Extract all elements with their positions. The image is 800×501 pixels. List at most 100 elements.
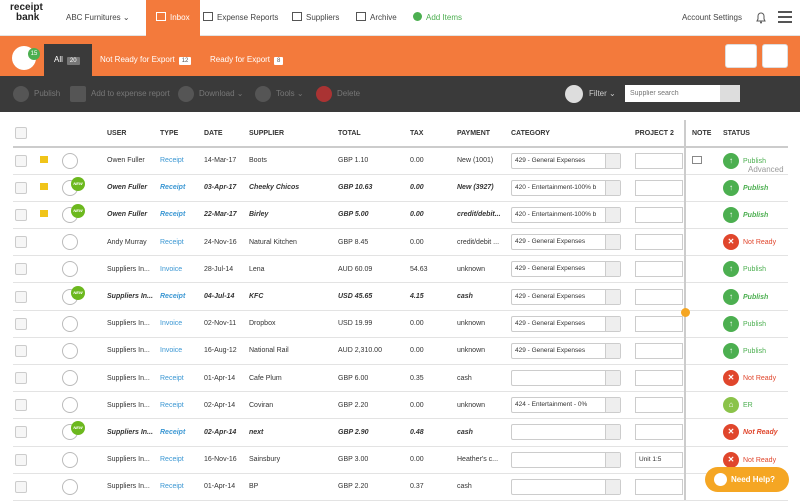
receipt-image-icon[interactable]: NEW — [62, 285, 85, 305]
project-input[interactable] — [635, 342, 683, 359]
table-row[interactable]: NEW Owen Fuller Receipt 03-Apr-17 Cheeky Chi… — [13, 174, 788, 202]
nav-add-items[interactable]: Add Items — [413, 0, 462, 36]
menu-icon[interactable] — [778, 11, 792, 23]
row-checkbox[interactable] — [15, 426, 27, 439]
category-select[interactable] — [511, 451, 621, 468]
cell-type[interactable]: Receipt — [158, 391, 202, 420]
category-select[interactable]: 429 - General Expenses — [511, 342, 621, 359]
nav-expense-reports[interactable]: Expense Reports — [203, 0, 278, 36]
project-input[interactable] — [635, 288, 683, 305]
category-select[interactable]: 429 - General Expenses — [511, 234, 621, 251]
table-row[interactable]: Andy Murray Receipt 24-Nov-16 Natural Kitch… — [13, 228, 788, 257]
col-total[interactable]: TOTAL — [336, 120, 408, 148]
table-row[interactable]: Suppliers In... Invoice 16-Aug-12 National … — [13, 337, 788, 366]
notifications-button[interactable] — [725, 44, 757, 68]
project-input[interactable] — [635, 315, 683, 332]
col-project[interactable]: PROJECT 2 — [633, 120, 690, 148]
col-category[interactable]: CATEGORY — [509, 120, 633, 148]
row-checkbox[interactable] — [15, 317, 27, 330]
cell-type[interactable]: Receipt — [158, 201, 202, 230]
category-select[interactable] — [511, 424, 621, 441]
project-input[interactable] — [635, 261, 683, 278]
cell-type[interactable]: Invoice — [158, 310, 202, 338]
cell-status[interactable]: ↑ Publish — [721, 174, 788, 202]
bell-icon[interactable] — [754, 10, 768, 24]
table-row[interactable]: Suppliers In... Invoice 02-Nov-11 Dropbox US… — [13, 310, 788, 338]
cell-status[interactable]: ↑ Publish — [721, 282, 788, 311]
receipt-image-icon[interactable] — [62, 261, 78, 278]
avatar[interactable] — [762, 44, 788, 68]
receipt-image-icon[interactable]: NEW — [62, 421, 85, 441]
category-select[interactable]: 429 - General Expenses — [511, 288, 621, 305]
cell-type[interactable]: Receipt — [158, 147, 202, 175]
col-user[interactable]: USER — [105, 120, 158, 148]
nav-archive[interactable]: Archive — [356, 0, 397, 36]
cell-type[interactable]: Receipt — [158, 473, 202, 501]
divider-handle[interactable] — [681, 308, 690, 317]
table-row[interactable]: NEW Suppliers In... Receipt 02-Apr-14 next GB… — [13, 418, 788, 447]
table-row[interactable]: Suppliers In... Receipt 02-Apr-14 Coviran GB… — [13, 391, 788, 420]
row-checkbox[interactable] — [15, 263, 27, 276]
col-note[interactable]: NOTE — [690, 120, 721, 148]
project-input[interactable]: Unit 1:5 — [635, 451, 683, 468]
category-select[interactable]: 429 - General Expenses — [511, 152, 621, 169]
col-status[interactable]: STATUS — [721, 120, 788, 148]
row-checkbox[interactable] — [15, 208, 27, 221]
project-input[interactable] — [635, 152, 683, 169]
table-row[interactable]: Suppliers In... Receipt 01-Apr-14 BP GBP 2.2… — [13, 473, 788, 501]
cell-type[interactable]: Receipt — [158, 228, 202, 257]
col-payment[interactable]: PAYMENT — [455, 120, 509, 148]
receipt-image-icon[interactable] — [62, 451, 78, 468]
cell-status[interactable]: ↑ Publish — [721, 201, 788, 230]
receipt-bank-logo[interactable]: receipt bank — [10, 3, 50, 33]
project-input[interactable] — [635, 424, 683, 441]
category-select[interactable]: 420 - Entertainment-100% b — [511, 206, 621, 223]
need-help-button[interactable]: Need Help? — [705, 467, 789, 492]
cell-type[interactable]: Receipt — [158, 418, 202, 447]
col-date[interactable]: DATE — [202, 120, 247, 148]
row-checkbox[interactable] — [15, 290, 27, 303]
cell-type[interactable]: Receipt — [158, 282, 202, 311]
category-select[interactable]: 424 - Entertainment - 0% — [511, 397, 621, 414]
filter-button[interactable]: Filter ⌄ — [565, 84, 616, 104]
cell-type[interactable]: Receipt — [158, 446, 202, 474]
cell-status[interactable]: ↑ Publish — [721, 310, 788, 338]
project-input[interactable] — [635, 179, 683, 196]
tab-not-ready[interactable]: Not Ready for Export 12 — [100, 44, 192, 76]
receipt-image-icon[interactable]: NEW — [62, 176, 85, 196]
row-checkbox[interactable] — [15, 344, 27, 357]
flag-icon[interactable] — [40, 156, 48, 164]
project-input[interactable] — [635, 206, 683, 223]
cell-status[interactable]: ↑ Publish — [721, 147, 788, 175]
cell-status[interactable]: ✕ Not Ready — [721, 418, 788, 447]
cell-status[interactable]: ↑ Publish — [721, 255, 788, 284]
receipt-image-icon[interactable]: NEW — [62, 203, 85, 223]
receipt-image-icon[interactable] — [62, 342, 78, 359]
table-row[interactable]: NEW Owen Fuller Receipt 22-Mar-17 Birley GBP … — [13, 201, 788, 230]
note-icon[interactable] — [692, 155, 702, 164]
row-checkbox[interactable] — [15, 399, 27, 412]
cell-status[interactable]: ✕ Not Ready — [721, 364, 788, 393]
cell-status[interactable]: ↑ Publish — [721, 337, 788, 366]
col-supplier[interactable]: SUPPLIER — [247, 120, 336, 148]
cell-type[interactable]: Invoice — [158, 337, 202, 366]
row-checkbox[interactable] — [15, 154, 27, 167]
table-row[interactable]: Suppliers In... Receipt 16-Nov-16 Sainsbury… — [13, 446, 788, 474]
flag-icon[interactable] — [40, 183, 48, 191]
cell-type[interactable]: Invoice — [158, 255, 202, 284]
category-select[interactable]: 420 - Entertainment-100% b — [511, 179, 621, 196]
project-input[interactable] — [635, 397, 683, 414]
flag-icon[interactable] — [40, 210, 48, 218]
table-row[interactable]: Suppliers In... Invoice 28-Jul-14 Lena AUD 6… — [13, 255, 788, 284]
table-row[interactable]: NEW Suppliers In... Receipt 04-Jul-14 KFC USD… — [13, 282, 788, 311]
cell-type[interactable]: Receipt — [158, 364, 202, 393]
project-input[interactable] — [635, 478, 683, 495]
download-button[interactable]: Download ⌄ — [178, 76, 244, 112]
row-checkbox[interactable] — [15, 181, 27, 194]
col-type[interactable]: TYPE — [158, 120, 202, 148]
row-checkbox[interactable] — [15, 372, 27, 385]
supplier-search-input[interactable] — [625, 85, 720, 102]
table-row[interactable]: Suppliers In... Receipt 01-Apr-14 Cafe Plum… — [13, 364, 788, 393]
category-select[interactable] — [511, 478, 621, 495]
receipt-image-icon[interactable] — [62, 152, 78, 169]
